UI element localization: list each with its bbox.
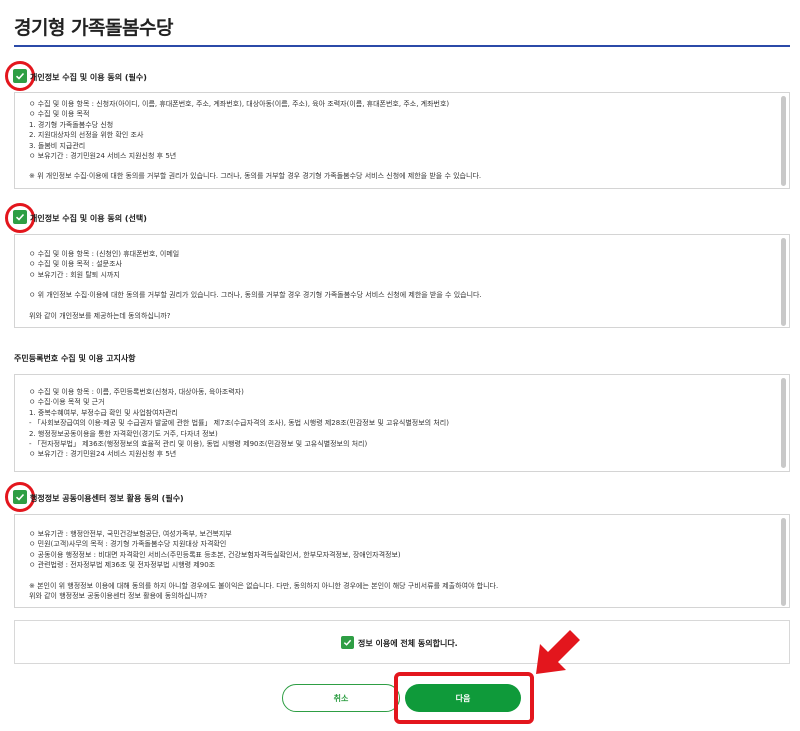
terms-line: ㅇ 수집 및 이용 목적 [29, 110, 90, 119]
section-2-checkbox[interactable] [13, 210, 27, 224]
terms-line: ㅇ 수집 및 이용 목적 : 설문조사 [29, 260, 122, 269]
terms-line: ㅇ 수집 및 이용 항목 : 이름, 주민등록번호(신청자, 대상아동, 육아조… [29, 388, 244, 396]
section-3-terms-text: ㅇ 수집 및 이용 항목 : 이름, 주민등록번호(신청자, 대상아동, 육아조… [29, 387, 769, 460]
consent-page: 경기형 가족돌봄수당 개인정보 수집 및 이용 동의 (필수) ㅇ 수집 및 이… [0, 0, 800, 731]
section-1-title: 개인정보 수집 및 이용 동의 (필수) [30, 73, 147, 82]
terms-line: ㅇ 보유기간 : 회원 탈퇴 시까지 [29, 270, 120, 279]
terms-line: ㅇ 공동이용 행정정보 : 비대면 자격확인 서비스(주민등록표 등초본, 건강… [29, 550, 401, 559]
terms-line: ㅇ 수집 및 이용 항목 : 신청자(아이디, 이름, 휴대폰번호, 주소, 계… [29, 100, 450, 108]
terms-line: ※ 위 개인정보 수집·이용에 대한 동의를 거부할 권리가 있습니다. 그러나… [29, 172, 482, 181]
terms-line: ㅇ 보유기간 : 경기민원24 서비스 지원신청 후 5년 [29, 152, 177, 161]
cancel-button[interactable]: 취소 [282, 684, 400, 712]
check-icon [343, 639, 352, 646]
red-arrow-icon [536, 626, 580, 674]
terms-line: ㅇ 위 개인정보 수집·이용에 대한 동의를 거부할 권리가 있습니다. 그러나… [29, 291, 482, 300]
section-2-terms-text: ㅇ 수집 및 이용 항목 : (신청인) 휴대폰번호, 이메일 ㅇ 수집 및 이용… [29, 249, 769, 321]
terms-line: 2. 행정정보공동이용을 통한 자격확인(경기도 거주, 다자녀 정보) [29, 429, 218, 438]
highlight-box [394, 672, 534, 724]
scrollbar[interactable] [781, 96, 786, 186]
terms-line: - 「사회보장급여의 이용·제공 및 수급권자 발굴에 관한 법률」 제7조(수… [29, 419, 449, 428]
section-3-terms-box[interactable]: ㅇ 수집 및 이용 항목 : 이름, 주민등록번호(신청자, 대상아동, 육아조… [14, 374, 790, 472]
terms-line: 2. 지원대상자의 선정을 위한 확인 조사 [29, 131, 144, 140]
scrollbar[interactable] [781, 378, 786, 468]
terms-line: - 「전자정부법」 제36조(행정정보의 효율적 관리 및 이용), 동법 시행… [29, 440, 368, 449]
section-4-checkbox[interactable] [13, 490, 27, 504]
terms-line: 위와 같이 행정정보 공동이용센터 정보 활용에 동의하십니까? [29, 592, 208, 601]
section-2-terms-box[interactable]: ㅇ 수집 및 이용 항목 : (신청인) 휴대폰번호, 이메일 ㅇ 수집 및 이용… [14, 234, 790, 328]
check-icon [15, 493, 25, 501]
terms-line: 위와 같이 개인정보를 제공하는데 동의하십니까? [29, 311, 171, 320]
scrollbar[interactable] [781, 238, 786, 326]
section-4-terms-box[interactable]: ㅇ 보유기관 : 행정안전부, 국민건강보험공단, 여성가족부, 보건복지부 ㅇ … [14, 514, 790, 608]
terms-line: ㅇ 관련법령 : 전자정부법 제36조 및 전자정부법 시행령 제90조 [29, 561, 216, 570]
section-4-terms-text: ㅇ 보유기관 : 행정안전부, 국민건강보험공단, 여성가족부, 보건복지부 ㅇ … [29, 529, 769, 601]
terms-line: 3. 돌봄비 지급관리 [29, 141, 86, 150]
page-title: 경기형 가족돌봄수당 [14, 17, 173, 39]
agree-all-label[interactable]: 정보 이용에 전체 동의합니다. [358, 638, 458, 649]
agree-all-checkbox[interactable] [341, 636, 354, 649]
section-1-terms-box[interactable]: ㅇ 수집 및 이용 항목 : 신청자(아이디, 이름, 휴대폰번호, 주소, 계… [14, 92, 790, 189]
section-3-title: 주민등록번호 수집 및 이용 고지사항 [14, 354, 136, 363]
terms-line: ㅇ 보유기관 : 행정안전부, 국민건강보험공단, 여성가족부, 보건복지부 [29, 530, 232, 538]
terms-line: ㅇ 민원(고객)사무의 목적 : 경기형 가족돌봄수당 지원대상 자격확인 [29, 540, 227, 549]
section-2-title: 개인정보 수집 및 이용 동의 (선택) [30, 214, 147, 223]
terms-line: ㅇ 보유기간 : 경기민원24 서비스 지원신청 후 5년 [29, 450, 177, 459]
terms-line: ㅇ 수집 및 이용 항목 : (신청인) 휴대폰번호, 이메일 [29, 250, 180, 258]
terms-line: ㅇ 수집·이용 목적 및 근거 [29, 398, 105, 407]
check-icon [15, 72, 25, 80]
scrollbar[interactable] [781, 518, 786, 606]
terms-line: 1. 경기형 가족돌봄수당 신청 [29, 120, 114, 129]
terms-line: 1. 중복수혜여부, 부정수급 확인 및 사업참여자관리 [29, 408, 178, 417]
title-divider [14, 45, 790, 47]
check-icon [15, 213, 25, 221]
section-4-title: 행정정보 공동이용센터 정보 활용 동의 (필수) [30, 494, 184, 503]
section-1-checkbox[interactable] [13, 69, 27, 83]
terms-line: ※ 본인이 위 행정정보 이용에 대해 동의를 하지 아니할 경우에도 불이익은… [29, 581, 499, 590]
section-1-terms-text: ㅇ 수집 및 이용 항목 : 신청자(아이디, 이름, 휴대폰번호, 주소, 계… [29, 99, 769, 182]
